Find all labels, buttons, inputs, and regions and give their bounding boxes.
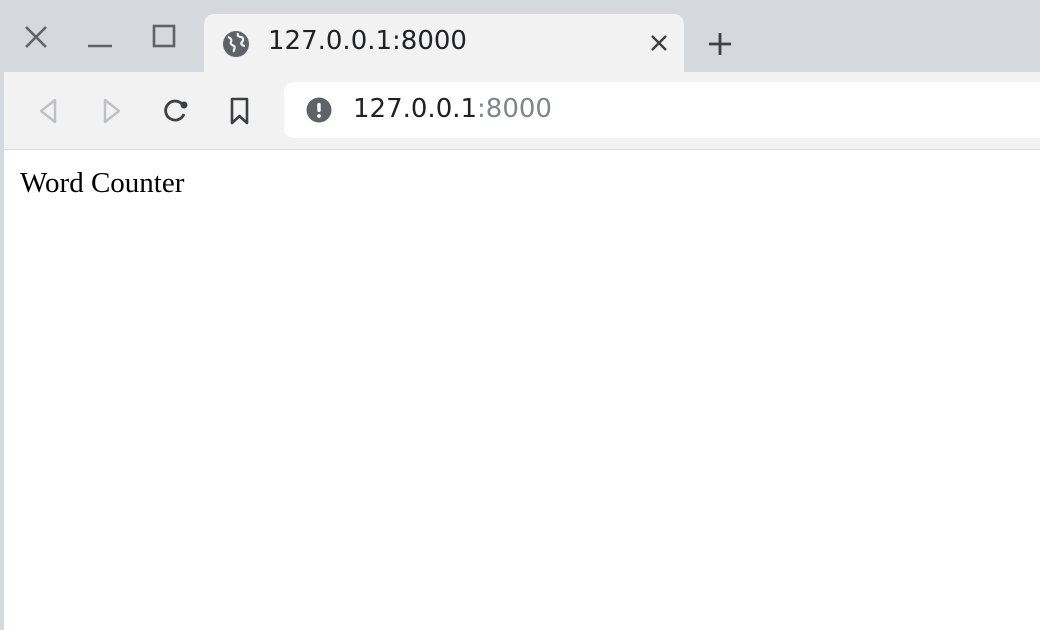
page-text: Word Counter	[20, 167, 185, 199]
url-text[interactable]: 127.0.0.1:8000	[353, 94, 552, 124]
browser-tab[interactable]: 127.0.0.1:8000	[204, 14, 684, 72]
browser-toolbar: 127.0.0.1:8000	[0, 72, 1040, 150]
tab-title: 127.0.0.1:8000	[268, 26, 467, 56]
address-bar[interactable]: 127.0.0.1:8000	[284, 82, 1040, 138]
back-icon[interactable]	[33, 96, 63, 126]
forward-icon[interactable]	[97, 96, 127, 126]
window-border	[0, 72, 4, 630]
close-window-icon[interactable]	[21, 22, 51, 52]
globe-icon	[223, 31, 249, 57]
close-tab-icon[interactable]	[648, 32, 670, 54]
reload-icon[interactable]	[161, 96, 191, 126]
maximize-window-icon[interactable]	[150, 22, 180, 52]
url-port: :8000	[477, 94, 552, 124]
new-tab-icon[interactable]	[706, 30, 734, 58]
tab-strip: 127.0.0.1:8000	[0, 0, 1040, 72]
url-host: 127.0.0.1	[353, 94, 478, 124]
minimize-window-icon[interactable]	[85, 22, 115, 52]
bookmark-icon[interactable]	[225, 96, 255, 126]
info-icon[interactable]	[306, 97, 332, 123]
